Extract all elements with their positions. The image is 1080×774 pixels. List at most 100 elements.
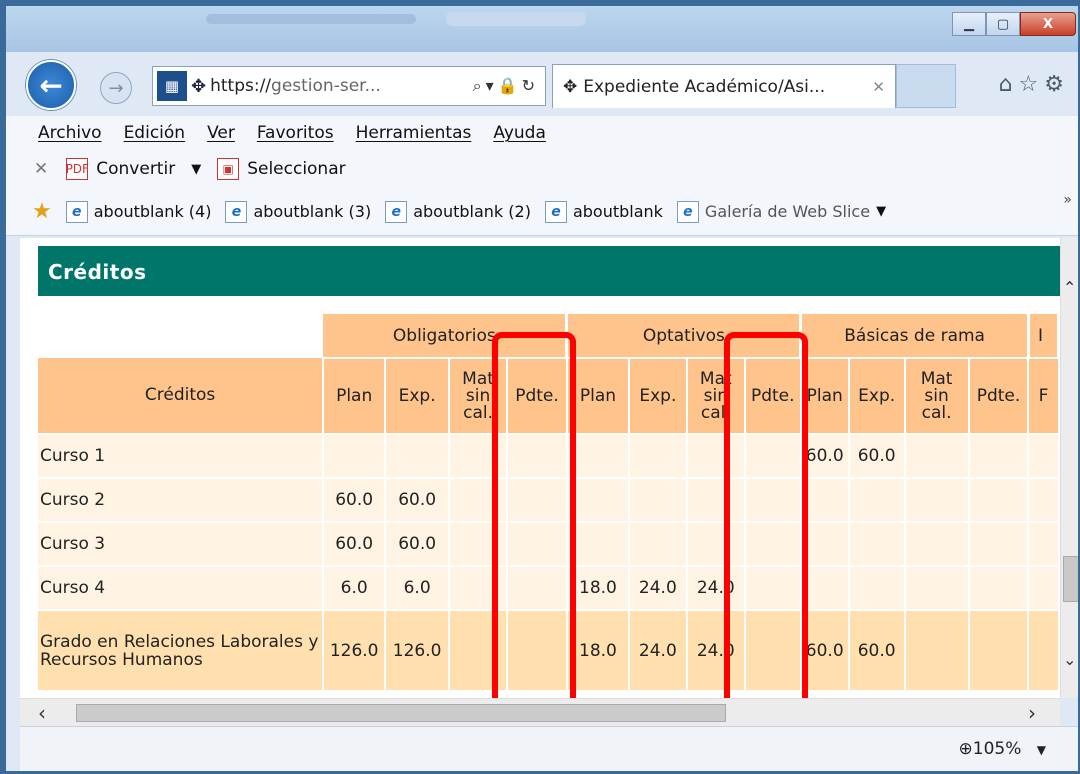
row-label: Curso 3 bbox=[38, 521, 325, 566]
scroll-down-icon[interactable]: ⌄ bbox=[1063, 650, 1076, 669]
home-icon[interactable]: ⌂ bbox=[999, 72, 1019, 97]
menu-herramientas[interactable]: Herramientas bbox=[356, 123, 472, 143]
select-icon: ▣ bbox=[217, 158, 240, 180]
horizontal-scroll-thumb[interactable] bbox=[76, 704, 726, 722]
table-cell bbox=[904, 609, 970, 690]
table-cell: 60.0 bbox=[385, 477, 451, 522]
table-cell: 18.0 bbox=[566, 565, 630, 610]
menu-bar: Archivo Edición Ver Favoritos Herramient… bbox=[6, 116, 1078, 150]
col-exp: Exp. bbox=[385, 358, 451, 434]
table-cell bbox=[566, 433, 630, 478]
scroll-up-icon[interactable]: ⌃ bbox=[1063, 278, 1076, 297]
table-cell bbox=[968, 433, 1030, 478]
table-cell bbox=[1028, 521, 1060, 566]
tab-close-icon[interactable]: ✕ bbox=[872, 78, 885, 96]
tab-favicon-icon: ✥ bbox=[563, 76, 578, 97]
table-cell bbox=[904, 433, 970, 478]
back-button[interactable]: ← bbox=[26, 60, 76, 110]
select-button[interactable]: Seleccionar bbox=[247, 159, 345, 179]
chevron-more-icon[interactable]: » bbox=[1063, 192, 1072, 208]
maximize-button[interactable]: ▢ bbox=[986, 12, 1020, 36]
menu-favoritos[interactable]: Favoritos bbox=[257, 123, 334, 143]
table-cell bbox=[1028, 433, 1060, 478]
ie-page-icon: e bbox=[385, 200, 408, 223]
col-exp: Exp. bbox=[628, 358, 688, 434]
vertical-scrollbar[interactable]: ⌃ ⌄ bbox=[1060, 238, 1078, 698]
zoom-level[interactable]: ⊕105% ▼ bbox=[959, 739, 1047, 759]
row-label: Grado en Relaciones Laborales y Recursos… bbox=[38, 609, 325, 690]
horizontal-scrollbar[interactable]: ‹ › bbox=[20, 698, 1060, 726]
menu-archivo[interactable]: Archivo bbox=[38, 123, 102, 143]
site-grid-icon: ▦ bbox=[157, 71, 187, 101]
add-favorite-icon[interactable]: ★ bbox=[32, 199, 52, 224]
favorites-star-icon[interactable]: ☆ bbox=[1019, 72, 1045, 97]
table-cell bbox=[904, 521, 970, 566]
table-cell bbox=[968, 477, 1030, 522]
gear-icon[interactable]: ⚙ bbox=[1044, 72, 1070, 97]
row-label: Curso 1 bbox=[38, 433, 325, 478]
table-cell bbox=[628, 521, 688, 566]
table-cell bbox=[1028, 609, 1060, 690]
ie-page-icon: e bbox=[676, 200, 699, 223]
table-cell: 6.0 bbox=[323, 565, 387, 610]
zoom-dropdown-icon[interactable]: ▼ bbox=[1037, 743, 1046, 757]
fav-link-2[interactable]: aboutblank (3) bbox=[253, 202, 371, 221]
title-ghost-2 bbox=[446, 12, 586, 26]
table-cell: 60.0 bbox=[385, 521, 451, 566]
scroll-right-icon[interactable]: › bbox=[1028, 701, 1036, 725]
row-header: Créditos bbox=[38, 358, 325, 434]
site-favicon-icon: ✥ bbox=[191, 75, 207, 97]
fav-link-3[interactable]: aboutblank (2) bbox=[413, 202, 531, 221]
minimize-button[interactable]: ▁ bbox=[952, 12, 986, 36]
close-window-button[interactable]: X bbox=[1020, 12, 1076, 36]
convert-dropdown-icon[interactable]: ▼ bbox=[191, 162, 201, 177]
table-cell: 126.0 bbox=[385, 609, 451, 690]
close-toolbar-icon[interactable]: ✕ bbox=[34, 159, 48, 179]
table-cell: 24.0 bbox=[628, 609, 688, 690]
row-label: Curso 4 bbox=[38, 565, 325, 610]
scroll-left-icon[interactable]: ‹ bbox=[38, 701, 46, 725]
vertical-scroll-thumb[interactable] bbox=[1063, 556, 1078, 602]
fav-link-4[interactable]: aboutblank bbox=[573, 202, 663, 221]
table-cell bbox=[1028, 477, 1060, 522]
forward-button[interactable]: → bbox=[100, 72, 132, 104]
table-cell: 60.0 bbox=[323, 477, 387, 522]
table-cell bbox=[566, 521, 630, 566]
table-cell bbox=[323, 433, 387, 478]
fav-link-1[interactable]: aboutblank (4) bbox=[94, 202, 212, 221]
table-cell: 18.0 bbox=[566, 609, 630, 690]
col-mat-sin-cal: Mat sin cal. bbox=[904, 358, 970, 434]
browser-window: ▁ ▢ X ← → ▦ ✥ https://gestion-ser... ⌕▾🔒… bbox=[0, 0, 1080, 774]
favorites-bar: ★ e aboutblank (4) e aboutblank (3) e ab… bbox=[6, 188, 1078, 236]
convert-button[interactable]: Convertir bbox=[96, 159, 175, 179]
address-url[interactable]: https://gestion-ser... bbox=[210, 76, 473, 96]
table-cell: 6.0 bbox=[385, 565, 451, 610]
fav-web-slice[interactable]: Galería de Web Slice bbox=[705, 202, 870, 221]
new-tab-button[interactable] bbox=[896, 64, 956, 108]
menu-ver[interactable]: Ver bbox=[207, 123, 235, 143]
address-tools-icon[interactable]: ⌕▾🔒↻ bbox=[473, 76, 539, 96]
table-cell bbox=[566, 477, 630, 522]
table-cell bbox=[628, 477, 688, 522]
tab-active[interactable]: ✥ Expediente Académico/Asi... ✕ bbox=[552, 64, 896, 108]
col-next: F bbox=[1028, 358, 1060, 434]
zoom-icon: ⊕ bbox=[958, 739, 973, 759]
table-cell: 126.0 bbox=[323, 609, 387, 690]
menu-ayuda[interactable]: Ayuda bbox=[493, 123, 546, 143]
table-cell bbox=[968, 565, 1030, 610]
menu-edicion[interactable]: Edición bbox=[124, 123, 186, 143]
pdf-icon: PDF bbox=[66, 158, 89, 180]
ie-page-icon: e bbox=[225, 200, 248, 223]
address-bar[interactable]: ▦ ✥ https://gestion-ser... ⌕▾🔒↻ bbox=[152, 66, 546, 106]
browser-tools: ⌂☆⚙ bbox=[999, 72, 1070, 97]
group-next: I bbox=[1028, 314, 1060, 359]
table-cell bbox=[968, 609, 1030, 690]
table-cell bbox=[628, 433, 688, 478]
table-cell bbox=[848, 521, 906, 566]
web-slice-dropdown-icon[interactable]: ▼ bbox=[876, 204, 886, 219]
group-basicas: Básicas de rama bbox=[800, 314, 1030, 359]
row-label: Curso 2 bbox=[38, 477, 325, 522]
col-plan: Plan bbox=[323, 358, 387, 434]
section-header: Créditos bbox=[38, 246, 1060, 296]
highlight-pdte-optativos bbox=[724, 332, 808, 698]
